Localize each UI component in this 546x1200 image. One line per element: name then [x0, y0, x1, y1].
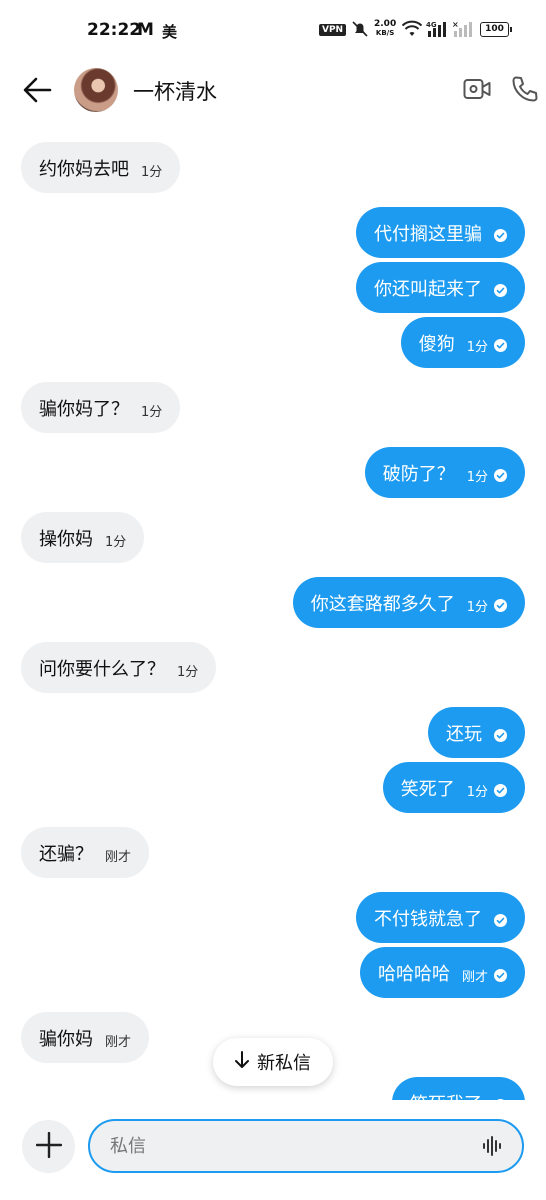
svg-text:×: × [452, 20, 459, 29]
incoming-message[interactable]: 问你要什么了？ 1分 [21, 642, 217, 693]
read-check-icon [494, 728, 507, 742]
network-speed: 2.00 KB/S [374, 20, 396, 38]
back-arrow-icon[interactable] [22, 76, 52, 108]
message-text: 笑死了 [400, 778, 455, 800]
message-time: 1分 [466, 340, 488, 355]
outgoing-message[interactable]: 你还叫起来了 [356, 262, 525, 313]
message-text: 傻狗 [418, 333, 455, 355]
message-text: 骗你妈 [39, 1028, 93, 1050]
outgoing-message[interactable]: 不付钱就急了 [356, 892, 525, 943]
message-text: 问你要什么了？ [39, 658, 165, 680]
add-button[interactable] [22, 1120, 75, 1173]
read-check-icon [494, 783, 507, 797]
signal-icon-2: × [452, 20, 474, 42]
avatar[interactable] [74, 68, 118, 112]
message-time: 1分 [466, 785, 488, 800]
new-message-button[interactable]: 新私信 [213, 1038, 333, 1086]
new-message-label: 新私信 [257, 1053, 311, 1074]
incoming-message[interactable]: 约你妈去吧 1分 [21, 142, 181, 193]
contact-name[interactable]: 一杯清水 [133, 76, 217, 106]
vpn-badge: VPN [319, 24, 347, 36]
outgoing-message[interactable]: 代付搁这里骗 [356, 207, 525, 258]
message-time: 刚才 [105, 850, 132, 865]
arrow-down-icon [235, 1050, 249, 1074]
message-text: 约你妈去吧 [39, 158, 129, 180]
wifi-icon [401, 20, 423, 42]
message-time: 1分 [177, 665, 199, 680]
battery-icon: 100 [480, 22, 512, 37]
network-speed-unit: KB/S [375, 29, 395, 37]
signal-icon: 4G [426, 20, 448, 42]
message-text: 你这套路都多久了 [310, 593, 455, 615]
read-check-icon [494, 913, 507, 927]
outgoing-message[interactable]: 破防了？ 1分 [364, 447, 525, 498]
phone-call-icon[interactable] [511, 75, 539, 107]
chat-header: 一杯清水 [0, 60, 546, 120]
message-text: 骗你妈了？ [39, 398, 129, 420]
network-speed-value: 2.00 [374, 19, 397, 29]
message-text: 破防了？ [382, 463, 455, 485]
incoming-message[interactable]: 骗你妈了？ 1分 [21, 382, 181, 433]
outgoing-message[interactable]: 傻狗 1分 [400, 317, 525, 368]
read-check-icon [494, 283, 507, 297]
read-check-icon [494, 468, 507, 482]
svg-text:4G: 4G [426, 21, 437, 29]
message-text: 还玩 [446, 723, 482, 745]
message-time: 刚才 [461, 970, 488, 985]
composer [0, 1100, 546, 1200]
message-text: 操你妈 [39, 528, 93, 550]
message-time: 1分 [141, 165, 163, 180]
incoming-message[interactable]: 还骗？ 刚才 [21, 827, 150, 878]
video-call-icon[interactable] [463, 77, 491, 105]
message-text: 还骗？ [39, 843, 93, 865]
message-input[interactable] [88, 1119, 524, 1173]
message-text: 不付钱就急了 [374, 908, 482, 930]
incoming-message[interactable]: 操你妈 1分 [21, 512, 145, 563]
status-time: 22:22 [87, 20, 142, 40]
message-time: 1分 [466, 470, 488, 485]
read-check-icon [494, 598, 507, 612]
outgoing-message[interactable]: 你这套路都多久了 1分 [292, 577, 525, 628]
outgoing-message[interactable]: 哈哈哈哈 刚才 [359, 947, 525, 998]
message-time: 1分 [105, 535, 127, 550]
message-text: 代付搁这里骗 [374, 223, 482, 245]
read-check-icon [494, 228, 507, 242]
outgoing-message[interactable]: 还玩 [428, 707, 525, 758]
read-check-icon [494, 968, 507, 982]
gmail-icon: M [137, 20, 154, 40]
meituan-icon: 美 [162, 23, 178, 41]
message-time: 1分 [466, 600, 488, 615]
plus-icon [35, 1131, 62, 1162]
message-text: 哈哈哈哈 [377, 963, 450, 985]
incoming-message[interactable]: 骗你妈 刚才 [21, 1012, 150, 1063]
message-time: 刚才 [105, 1035, 132, 1050]
voice-wave-icon[interactable] [482, 1135, 504, 1161]
message-text: 你还叫起来了 [374, 278, 482, 300]
outgoing-message[interactable]: 笑死了 1分 [382, 762, 525, 813]
status-bar: 22:22 M 美 VPN 2.00 KB/S 4G × 100 [0, 0, 546, 60]
mute-icon [351, 20, 369, 42]
read-check-icon [494, 338, 507, 352]
message-time: 1分 [141, 405, 163, 420]
